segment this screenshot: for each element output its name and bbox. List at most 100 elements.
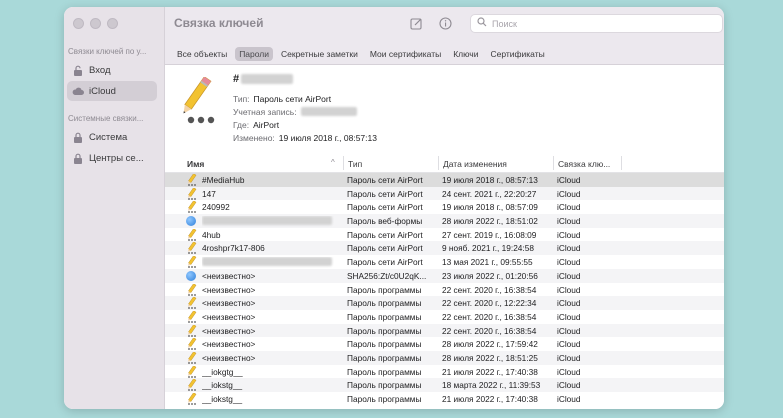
- sidebar-item-label: Система: [89, 131, 128, 143]
- row-name: 240992: [202, 202, 230, 213]
- tab-0[interactable]: Все объекты: [173, 47, 231, 61]
- sort-ascending-icon: ^: [331, 158, 335, 167]
- row-keychain: iCloud: [557, 394, 581, 404]
- password-pencil-icon: [186, 379, 198, 392]
- table-row[interactable]: <неизвестно> Пароль программы 22 сент. 202…: [165, 283, 724, 297]
- password-pencil-icon: [186, 365, 198, 378]
- web-form-globe-icon: [186, 215, 198, 227]
- table-row[interactable]: 147 Пароль сети AirPort 24 сент. 2021 г., …: [165, 186, 724, 201]
- row-keychain: iCloud: [557, 298, 581, 309]
- search-input[interactable]: [492, 18, 712, 29]
- row-type: Пароль программы: [347, 298, 422, 309]
- row-type: Пароль программы: [347, 311, 422, 322]
- sidebar-item-login[interactable]: Вход: [67, 60, 157, 80]
- row-name: <неизвестно>: [202, 270, 256, 281]
- sidebar-section-default-keychains: Связки ключей по у...: [68, 47, 147, 56]
- table-row[interactable]: __iokgtg__ Пароль программы 21 июля 2022 г…: [165, 365, 724, 379]
- password-pencil-icon: [186, 242, 198, 255]
- row-name: __iokstg__: [202, 380, 243, 391]
- row-keychain: iCloud: [557, 229, 581, 240]
- row-date: 13 мая 2021 г., 09:55:55: [442, 257, 533, 268]
- detail-account-row: Учетная запись:: [233, 107, 357, 117]
- keychain-window: Связки ключей по у... Вход iCloud Систем…: [64, 7, 724, 409]
- row-date: 28 июля 2022 г., 17:59:42: [442, 339, 538, 350]
- row-date: 22 сент. 2020 г., 16:38:54: [442, 325, 537, 336]
- table-row[interactable]: 4hub Пароль сети AirPort 27 сент. 2019 г.,…: [165, 228, 724, 242]
- table-row[interactable]: <неизвестно> Пароль программы 22 сент. 202…: [165, 296, 724, 310]
- detail-modified-row: Изменено: 19 июля 2018 г., 08:57:13: [233, 133, 377, 143]
- row-name: #MediaHub: [202, 175, 245, 185]
- row-type: Пароль сети AirPort: [347, 229, 423, 240]
- new-item-icon[interactable]: [408, 15, 424, 31]
- detail-type-row: Тип: Пароль сети AirPort: [233, 94, 332, 104]
- table-row[interactable]: <неизвестно> SHA256:Zt/c0U2qK... 23 июля 2…: [165, 268, 724, 283]
- row-type: Пароль программы: [347, 380, 422, 391]
- row-keychain: iCloud: [557, 175, 581, 185]
- column-header-type[interactable]: Тип: [348, 159, 362, 169]
- info-icon[interactable]: [437, 15, 453, 31]
- row-name: 4hub: [202, 229, 221, 240]
- password-pencil-icon: [186, 297, 198, 310]
- zoom-window-button[interactable]: [107, 18, 118, 29]
- row-name: <неизвестно>: [202, 298, 256, 309]
- password-pencil-icon: [186, 187, 198, 200]
- column-header-name[interactable]: Имя: [187, 159, 204, 169]
- column-header-date[interactable]: Дата изменения: [443, 159, 507, 169]
- row-keychain: iCloud: [557, 339, 581, 350]
- row-type: Пароль программы: [347, 339, 422, 350]
- close-window-button[interactable]: [73, 18, 84, 29]
- tab-5[interactable]: Сертификаты: [486, 47, 548, 61]
- tab-3[interactable]: Мои сертификаты: [366, 47, 445, 61]
- table-row[interactable]: Пароль веб-формы 28 июля 2022 г., 18:51:0…: [165, 214, 724, 228]
- row-name: <неизвестно>: [202, 284, 256, 295]
- table-row[interactable]: <неизвестно> Пароль программы 22 сент. 202…: [165, 323, 724, 338]
- row-date: 18 марта 2022 г., 11:39:53: [442, 380, 541, 391]
- sidebar: Связки ключей по у... Вход iCloud Систем…: [64, 7, 165, 409]
- table-row[interactable]: #MediaHub Пароль сети AirPort 19 июля 2018…: [165, 173, 724, 187]
- row-name: __iokstg__: [202, 394, 243, 404]
- search-field[interactable]: [470, 14, 723, 33]
- password-pencil-icon: [186, 256, 198, 269]
- window-title: Связка ключей: [174, 16, 264, 30]
- table-row[interactable]: 4roshpr7k17-806 Пароль сети AirPort 9 нояб…: [165, 241, 724, 256]
- password-pencil-icon: [186, 324, 198, 337]
- row-keychain: iCloud: [557, 188, 581, 199]
- sidebar-item-system[interactable]: Система: [67, 127, 157, 147]
- table-header: Имя ^ Тип Дата изменения Связка клю...: [165, 153, 724, 173]
- detail-item-name: #: [233, 73, 294, 85]
- search-icon: [477, 17, 487, 30]
- row-type: Пароль программы: [347, 366, 422, 377]
- table-row[interactable]: <неизвестно> Пароль программы 28 июля 2022…: [165, 350, 724, 365]
- sidebar-item-icloud[interactable]: iCloud: [67, 81, 157, 101]
- tab-1[interactable]: Пароли: [235, 46, 273, 61]
- tab-4[interactable]: Ключи: [449, 47, 482, 61]
- row-keychain: iCloud: [557, 216, 581, 227]
- table-row[interactable]: __iokstg__ Пароль программы 18 марта 2022 …: [165, 378, 724, 392]
- minimize-window-button[interactable]: [90, 18, 101, 29]
- sidebar-item-label: iCloud: [89, 85, 116, 97]
- row-keychain: iCloud: [557, 270, 581, 281]
- row-date: 24 сент. 2021 г., 22:20:27: [442, 188, 537, 199]
- table-row[interactable]: __iokstg__ Пароль программы 21 июля 2022 г…: [165, 392, 724, 406]
- row-name: [202, 257, 342, 268]
- password-pencil-icon: [186, 393, 198, 405]
- row-name: <неизвестно>: [202, 339, 256, 350]
- table-row[interactable]: <неизвестно> Пароль программы 28 июля 2022…: [165, 337, 724, 351]
- password-pencil-icon: [186, 338, 198, 351]
- sidebar-item-label: Центры се...: [89, 152, 144, 164]
- detail-item-name-prefix: #: [233, 73, 240, 85]
- sidebar-item-system-roots[interactable]: Центры се...: [67, 148, 157, 168]
- row-type: Пароль сети AirPort: [347, 243, 423, 254]
- row-keychain: iCloud: [557, 366, 581, 377]
- detail-where-row: Где: AirPort: [233, 120, 280, 130]
- table-rows: #MediaHub Пароль сети AirPort 19 июля 2018…: [165, 173, 724, 406]
- password-pencil-icon: [186, 310, 198, 323]
- table-row[interactable]: Пароль сети AirPort 13 мая 2021 г., 09:55…: [165, 255, 724, 269]
- password-pencil-icon: [175, 76, 221, 127]
- table-row[interactable]: <неизвестно> Пароль программы 22 сент. 202…: [165, 310, 724, 324]
- column-header-keychain[interactable]: Связка клю...: [558, 159, 610, 169]
- row-type: SHA256:Zt/c0U2qK...: [347, 270, 427, 281]
- table-row[interactable]: 240992 Пароль сети AirPort 19 июля 2018 г.…: [165, 200, 724, 214]
- password-pencil-icon: [186, 174, 198, 186]
- tab-2[interactable]: Секретные заметки: [277, 47, 362, 61]
